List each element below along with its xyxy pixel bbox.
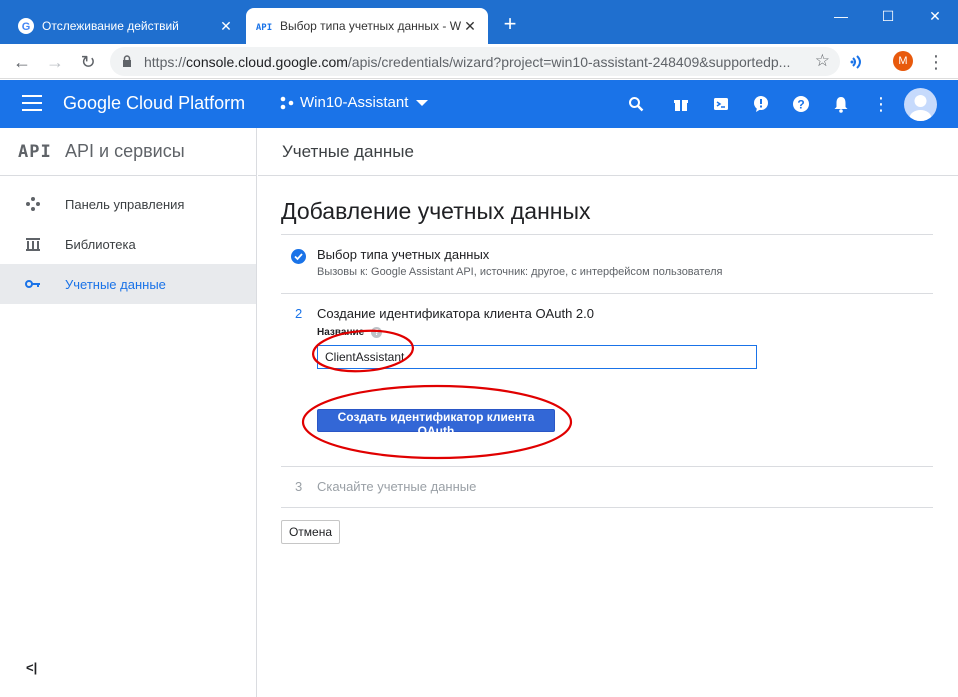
divider bbox=[281, 507, 933, 508]
back-icon[interactable]: ← bbox=[10, 50, 34, 74]
url-host: console.cloud.google.com bbox=[186, 53, 348, 70]
sidebar-item-label: Библиотека bbox=[65, 236, 136, 252]
check-circle-icon bbox=[291, 249, 306, 264]
help-icon[interactable]: ? bbox=[790, 93, 812, 115]
divider bbox=[281, 234, 933, 235]
cloud-shell-icon[interactable] bbox=[710, 93, 732, 115]
minimize-icon[interactable]: — bbox=[826, 6, 856, 26]
chevron-down-icon bbox=[416, 99, 429, 106]
svg-text:API: API bbox=[256, 23, 272, 32]
cast-icon[interactable] bbox=[849, 52, 869, 72]
project-name: Win10-Assistant bbox=[300, 94, 409, 111]
svg-text:?: ? bbox=[797, 98, 804, 112]
browser-tab-activity[interactable]: G Отслеживание действий ✕ bbox=[8, 8, 244, 44]
dashboard-icon bbox=[24, 195, 42, 213]
step1-subtitle: Вызовы к: Google Assistant API, источник… bbox=[317, 266, 723, 278]
profile-avatar[interactable]: M bbox=[893, 51, 913, 71]
sidebar-item-library[interactable]: Библиотека bbox=[0, 224, 256, 264]
step3-number: 3 bbox=[295, 479, 303, 494]
api-logo: API bbox=[18, 141, 52, 162]
search-icon[interactable] bbox=[625, 93, 647, 115]
brand-title[interactable]: Google Cloud Platform bbox=[63, 93, 245, 114]
sidebar-item-label: Учетные данные bbox=[65, 276, 166, 292]
user-avatar[interactable] bbox=[904, 88, 937, 121]
lock-icon bbox=[123, 55, 131, 67]
forward-icon[interactable]: → bbox=[43, 50, 67, 74]
project-dots-icon bbox=[280, 96, 294, 109]
help-question-icon[interactable]: ? bbox=[371, 327, 383, 338]
sidebar: API API и сервисы Панель управления Библ… bbox=[0, 128, 257, 697]
address-bar[interactable]: https://console.cloud.google.com/apis/cr… bbox=[110, 47, 840, 76]
name-field-label: Название ? bbox=[317, 327, 383, 338]
create-oauth-client-button[interactable]: Создать идентификатор клиента OAuth bbox=[317, 409, 555, 438]
maximize-icon[interactable]: ☐ bbox=[873, 6, 903, 26]
sidebar-header: API API и сервисы bbox=[0, 128, 256, 176]
key-icon bbox=[24, 275, 42, 293]
collapse-sidebar-icon[interactable]: <| bbox=[26, 660, 37, 675]
google-icon: G bbox=[18, 18, 34, 34]
sidebar-title: API и сервисы bbox=[65, 141, 185, 161]
close-tab-icon[interactable]: ✕ bbox=[462, 18, 478, 34]
step2-title: Создание идентификатора клиента OAuth 2.… bbox=[317, 306, 594, 321]
url-path: /apis/credentials/wizard?project=win10-a… bbox=[347, 53, 791, 70]
library-icon bbox=[24, 235, 42, 253]
browser-titlebar: G Отслеживание действий ✕ API Выбор типа… bbox=[0, 0, 958, 44]
name-label-text: Название bbox=[317, 327, 365, 338]
browser-toolbar: ← → ↻ https://console.cloud.google.com/a… bbox=[0, 44, 958, 79]
new-tab-button[interactable]: + bbox=[498, 12, 522, 36]
cancel-button[interactable]: Отмена bbox=[281, 520, 340, 544]
browser-menu-icon[interactable]: ⋮ bbox=[927, 50, 945, 74]
step3-title: Скачайте учетные данные bbox=[317, 479, 477, 494]
close-window-icon[interactable]: ✕ bbox=[920, 6, 950, 26]
step1-title[interactable]: Выбор типа учетных данных bbox=[317, 247, 489, 262]
close-tab-icon[interactable]: ✕ bbox=[218, 18, 234, 34]
tab-title: Выбор типа учетных данных - W bbox=[280, 19, 462, 33]
menu-icon[interactable] bbox=[22, 95, 42, 113]
tab-title: Отслеживание действий bbox=[42, 19, 179, 33]
sidebar-item-label: Панель управления bbox=[65, 196, 185, 212]
divider bbox=[281, 466, 933, 467]
step2-number: 2 bbox=[295, 306, 303, 321]
bookmark-star-icon[interactable]: ☆ bbox=[815, 51, 830, 71]
credentials-heading: Добавление учетных данных bbox=[281, 198, 591, 224]
reload-icon[interactable]: ↻ bbox=[76, 50, 100, 74]
divider bbox=[281, 293, 933, 294]
browser-tab-credentials[interactable]: API Выбор типа учетных данных - W ✕ bbox=[246, 8, 488, 44]
project-selector[interactable]: Win10-Assistant bbox=[280, 94, 429, 111]
notifications-alert-icon[interactable] bbox=[750, 93, 772, 115]
more-vert-icon[interactable]: ⋮ bbox=[870, 93, 892, 115]
sidebar-item-credentials[interactable]: Учетные данные bbox=[0, 264, 256, 304]
client-name-input[interactable] bbox=[317, 345, 757, 369]
gcp-header: Google Cloud Platform Win10-Assistant ? … bbox=[0, 80, 958, 128]
svg-text:G: G bbox=[22, 21, 31, 33]
url-scheme: https:// bbox=[144, 53, 187, 70]
sidebar-item-dashboard[interactable]: Панель управления bbox=[0, 184, 256, 224]
bell-icon[interactable] bbox=[830, 93, 852, 115]
gift-icon[interactable] bbox=[670, 93, 692, 115]
api-icon: API bbox=[256, 18, 272, 34]
page-title: Учетные данные bbox=[258, 128, 958, 176]
